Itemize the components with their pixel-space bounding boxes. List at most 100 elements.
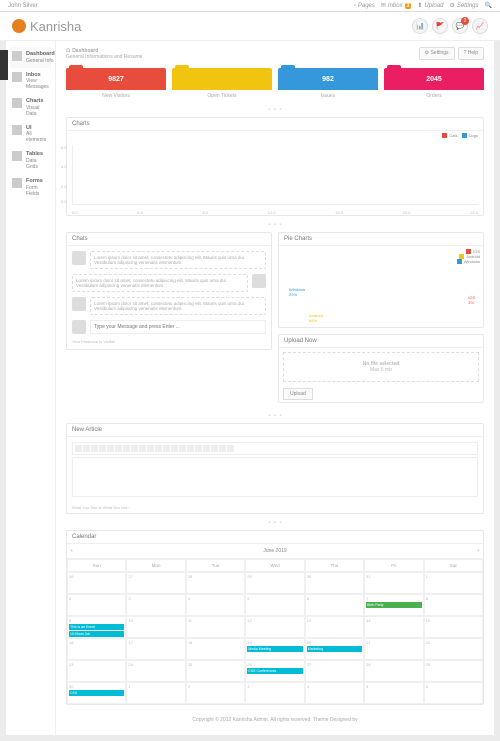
cal-cell[interactable]: 3 bbox=[126, 594, 185, 616]
charts-icon bbox=[12, 98, 22, 108]
chat-message: Lorem ipsum dolor sit amet, consectetu a… bbox=[72, 297, 266, 315]
chat-icon[interactable]: 💬2 bbox=[452, 18, 468, 34]
cal-cell[interactable]: 30 bbox=[305, 572, 364, 594]
cal-cell[interactable]: 13 bbox=[305, 616, 364, 638]
editor-hint: What You See Is What You Get ! bbox=[67, 502, 483, 513]
link-pages[interactable]: ▫ Pages bbox=[354, 2, 375, 9]
nav-ui[interactable]: UIAll elements bbox=[10, 121, 51, 148]
upload-button[interactable]: Upload bbox=[283, 388, 313, 400]
cal-cell[interactable]: 19Media Meeting bbox=[245, 638, 304, 660]
logo[interactable]: Kanrisha bbox=[12, 19, 81, 34]
cal-day-header: Tue bbox=[186, 559, 245, 572]
user-name[interactable]: John Silver bbox=[8, 3, 38, 9]
cal-cell[interactable]: 27 bbox=[305, 660, 364, 682]
avatar bbox=[72, 251, 86, 265]
stat-tickets[interactable]: Open Tickets bbox=[172, 68, 272, 99]
main: ⌂ DashboardGeneral Informations and Resu… bbox=[56, 41, 494, 735]
cal-cell[interactable]: 1 bbox=[126, 682, 185, 704]
stat-visitors[interactable]: 9827New Visitors bbox=[66, 68, 166, 99]
cal-cell[interactable]: 20Marketing bbox=[305, 638, 364, 660]
link-settings[interactable]: ⚙ Settings bbox=[449, 2, 478, 9]
calendar-grid: SunMonTueWedThuFriSat2627282930311234567… bbox=[67, 559, 483, 704]
cal-cell[interactable]: 30CSS bbox=[67, 682, 126, 704]
cal-cell[interactable]: 1 bbox=[424, 572, 483, 594]
pie-title: Pie Charts bbox=[284, 236, 312, 242]
legend-cats-icon bbox=[442, 133, 447, 138]
cal-cell[interactable]: 21 bbox=[364, 638, 423, 660]
stat-issues[interactable]: 982Issues bbox=[278, 68, 378, 99]
cal-cell[interactable]: 25 bbox=[186, 660, 245, 682]
cal-cell[interactable]: 14 bbox=[364, 616, 423, 638]
chat-input[interactable] bbox=[90, 320, 266, 334]
legend-dogs-icon bbox=[462, 133, 467, 138]
cal-cell[interactable]: 6 bbox=[305, 594, 364, 616]
cal-cell[interactable]: 12 bbox=[245, 616, 304, 638]
cal-cell[interactable]: 31 bbox=[364, 572, 423, 594]
link-inbox[interactable]: ✉ Inbox 3 bbox=[381, 2, 412, 9]
upload-dropzone[interactable]: No file selectedMax 5 mb bbox=[283, 352, 479, 382]
sidebar: DashboardGeneral Info InboxView Messages… bbox=[6, 41, 56, 735]
nav-tables[interactable]: TablesData Grids bbox=[10, 147, 51, 174]
cal-cell[interactable]: 8 bbox=[424, 594, 483, 616]
cal-cell[interactable]: 9This is an Event10:00am Job bbox=[67, 616, 126, 638]
nav-charts[interactable]: ChartsVisual Data bbox=[10, 94, 51, 121]
link-upload[interactable]: ⬆ Upload bbox=[417, 2, 443, 9]
cal-cell[interactable]: 29 bbox=[245, 572, 304, 594]
cal-cell[interactable]: 24 bbox=[126, 660, 185, 682]
settings-button[interactable]: ⚙ Settings bbox=[419, 47, 455, 60]
cal-cell[interactable]: 4 bbox=[186, 594, 245, 616]
stat-orders[interactable]: 2045Orders bbox=[384, 68, 484, 99]
dashboard-icon bbox=[12, 51, 22, 61]
calendar-title: Calendar bbox=[72, 534, 96, 540]
stats-icon[interactable]: 📊 bbox=[412, 18, 428, 34]
editor-toolbar[interactable] bbox=[72, 442, 478, 455]
editor-textarea[interactable] bbox=[72, 457, 478, 497]
cal-cell[interactable]: 2 bbox=[186, 682, 245, 704]
cal-cell[interactable]: 7Birth Party bbox=[364, 594, 423, 616]
chart-canvas: 6.0 4.0 2.0 0.0 bbox=[72, 145, 478, 205]
cal-cell[interactable]: 23 bbox=[67, 660, 126, 682]
upload-panel: Upload Now No file selectedMax 5 mb Uplo… bbox=[278, 334, 484, 403]
cal-cell[interactable]: 10 bbox=[126, 616, 185, 638]
page-title: ⌂ DashboardGeneral Informations and Resu… bbox=[66, 47, 142, 60]
side-handle[interactable] bbox=[0, 50, 8, 80]
cal-cell[interactable]: 6 bbox=[424, 682, 483, 704]
cal-cell[interactable]: 26 bbox=[67, 572, 126, 594]
cal-cell[interactable]: 29 bbox=[424, 660, 483, 682]
cal-cell[interactable]: 5 bbox=[364, 682, 423, 704]
nav-dashboard[interactable]: DashboardGeneral Info bbox=[10, 47, 51, 68]
chat-message: Lorem ipsum dolor sit amet, consectetu a… bbox=[72, 251, 266, 269]
chats-title: Chats bbox=[72, 236, 88, 242]
cal-cell[interactable]: 17 bbox=[126, 638, 185, 660]
cal-cell[interactable]: 26CSS Conferences bbox=[245, 660, 304, 682]
pie-legend: IOS Android Windows bbox=[279, 246, 483, 267]
cal-cell[interactable]: 15 bbox=[424, 616, 483, 638]
cal-cell[interactable]: 16 bbox=[67, 638, 126, 660]
nav-inbox[interactable]: InboxView Messages bbox=[10, 68, 51, 95]
cal-cell[interactable]: 3 bbox=[245, 682, 304, 704]
help-button[interactable]: ? Help bbox=[458, 47, 484, 60]
cal-cell[interactable]: 18 bbox=[186, 638, 245, 660]
cal-day-header: Sat bbox=[424, 559, 483, 572]
stats-row: 9827New Visitors Open Tickets 982Issues … bbox=[66, 68, 484, 99]
graph-icon[interactable]: 📈 bbox=[472, 18, 488, 34]
cal-cell[interactable]: 22 bbox=[424, 638, 483, 660]
cal-cell[interactable]: 27 bbox=[126, 572, 185, 594]
upload-title: Upload Now bbox=[284, 338, 317, 344]
cal-cell[interactable]: 28 bbox=[186, 572, 245, 594]
cal-cell[interactable]: 4 bbox=[305, 682, 364, 704]
cal-prev[interactable]: ‹ bbox=[71, 548, 73, 554]
header-actions: 📊 🚩 💬2 📈 bbox=[412, 18, 488, 34]
cal-cell[interactable]: 5 bbox=[245, 594, 304, 616]
cal-cell[interactable]: 2 bbox=[67, 594, 126, 616]
flag-icon[interactable]: 🚩 bbox=[432, 18, 448, 34]
avatar bbox=[72, 297, 86, 311]
cal-cell[interactable]: 28 bbox=[364, 660, 423, 682]
tables-icon bbox=[12, 151, 22, 161]
cal-next[interactable]: › bbox=[477, 548, 479, 554]
cal-cell[interactable]: 11 bbox=[186, 616, 245, 638]
nav-forms[interactable]: FormsForm Fields bbox=[10, 174, 51, 201]
search-icon[interactable]: 🔍 bbox=[485, 2, 492, 9]
divider-dots: ⚬ ⚬ ⚬ bbox=[66, 222, 484, 228]
charts-panel: Charts Cats Dogs 6.0 4.0 2.0 0.0 0.04.08… bbox=[66, 117, 484, 216]
